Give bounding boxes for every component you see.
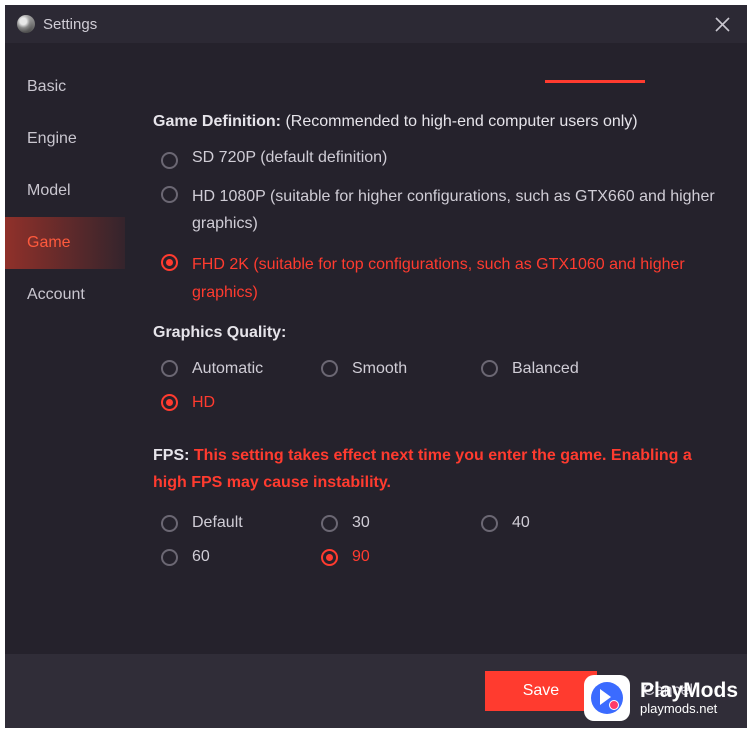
- sidebar-item-label: Account: [27, 286, 85, 304]
- radio-label: FHD 2K (suitable for top configurations,…: [192, 251, 717, 305]
- radio-label: Automatic: [192, 360, 263, 378]
- body-area: Basic Engine Model Game Account Game Def…: [5, 43, 747, 728]
- quality-option-hd[interactable]: HD: [161, 394, 321, 412]
- watermark-text: PlayMods playmods.net: [640, 680, 738, 716]
- fps-option-90[interactable]: 90: [321, 548, 481, 566]
- radio-label: SD 720P (default definition): [192, 149, 387, 167]
- definition-option-hd[interactable]: HD 1080P (suitable for higher configurat…: [153, 183, 717, 237]
- sidebar-item-label: Engine: [27, 130, 77, 148]
- fps-title-text: FPS:: [153, 447, 194, 464]
- radio-label: HD: [192, 394, 215, 412]
- radio-icon[interactable]: [161, 152, 178, 169]
- radio-icon[interactable]: [161, 515, 178, 532]
- radio-icon[interactable]: [161, 549, 178, 566]
- definition-option-sd[interactable]: SD 720P (default definition): [153, 149, 717, 169]
- definition-title-text: Game Definition:: [153, 113, 285, 130]
- window-title: Settings: [43, 16, 97, 33]
- definition-subtitle-text: (Recommended to high-end computer users …: [285, 113, 637, 130]
- radio-icon[interactable]: [321, 549, 338, 566]
- section-title-quality: Graphics Quality:: [153, 324, 717, 342]
- fps-note-text: This setting takes effect next time you …: [153, 447, 692, 491]
- radio-label: Default: [192, 514, 243, 532]
- quality-option-automatic[interactable]: Automatic: [161, 360, 321, 378]
- fps-options: Default 30 40 60 90: [153, 514, 717, 582]
- titlebar: Settings: [5, 5, 747, 43]
- section-title-definition: Game Definition: (Recommended to high-en…: [153, 113, 717, 131]
- sidebar-item-label: Basic: [27, 78, 66, 96]
- content-panel: Game Definition: (Recommended to high-en…: [125, 43, 747, 728]
- definition-option-fhd[interactable]: FHD 2K (suitable for top configurations,…: [153, 251, 717, 305]
- radio-label: 40: [512, 514, 530, 532]
- radio-icon[interactable]: [161, 186, 178, 203]
- radio-label: 30: [352, 514, 370, 532]
- radio-label: Smooth: [352, 360, 407, 378]
- quality-options: Automatic Smooth Balanced HD: [153, 360, 717, 428]
- quality-option-balanced[interactable]: Balanced: [481, 360, 641, 378]
- sidebar-item-game[interactable]: Game: [5, 217, 125, 269]
- fps-option-40[interactable]: 40: [481, 514, 641, 532]
- fps-option-default[interactable]: Default: [161, 514, 321, 532]
- watermark-sub: playmods.net: [640, 702, 738, 716]
- tab-indicator: [545, 80, 645, 83]
- sidebar: Basic Engine Model Game Account: [5, 43, 125, 728]
- radio-icon[interactable]: [321, 360, 338, 377]
- sidebar-item-basic[interactable]: Basic: [5, 61, 125, 113]
- fps-option-60[interactable]: 60: [161, 548, 321, 566]
- radio-icon[interactable]: [161, 360, 178, 377]
- close-icon[interactable]: [709, 11, 735, 37]
- titlebar-left: Settings: [17, 15, 97, 33]
- save-button[interactable]: Save: [485, 671, 597, 711]
- sidebar-item-account[interactable]: Account: [5, 269, 125, 321]
- sidebar-item-label: Model: [27, 182, 71, 200]
- radio-label: 90: [352, 548, 370, 566]
- sidebar-item-engine[interactable]: Engine: [5, 113, 125, 165]
- sidebar-item-label: Game: [27, 234, 71, 252]
- radio-label: HD 1080P (suitable for higher configurat…: [192, 183, 717, 237]
- watermark: PlayMods playmods.net: [584, 675, 738, 721]
- section-title-fps: FPS: This setting takes effect next time…: [153, 442, 717, 496]
- app-icon: [17, 15, 35, 33]
- radio-icon[interactable]: [321, 515, 338, 532]
- quality-option-smooth[interactable]: Smooth: [321, 360, 481, 378]
- radio-icon[interactable]: [481, 360, 498, 377]
- radio-label: Balanced: [512, 360, 579, 378]
- radio-icon[interactable]: [481, 515, 498, 532]
- radio-icon[interactable]: [161, 254, 178, 271]
- radio-label: 60: [192, 548, 210, 566]
- fps-option-30[interactable]: 30: [321, 514, 481, 532]
- settings-window: Settings Basic Engine Model Game Account…: [5, 5, 747, 728]
- radio-icon[interactable]: [161, 394, 178, 411]
- watermark-title: PlayMods: [640, 680, 738, 702]
- sidebar-item-model[interactable]: Model: [5, 165, 125, 217]
- playmods-icon: [584, 675, 630, 721]
